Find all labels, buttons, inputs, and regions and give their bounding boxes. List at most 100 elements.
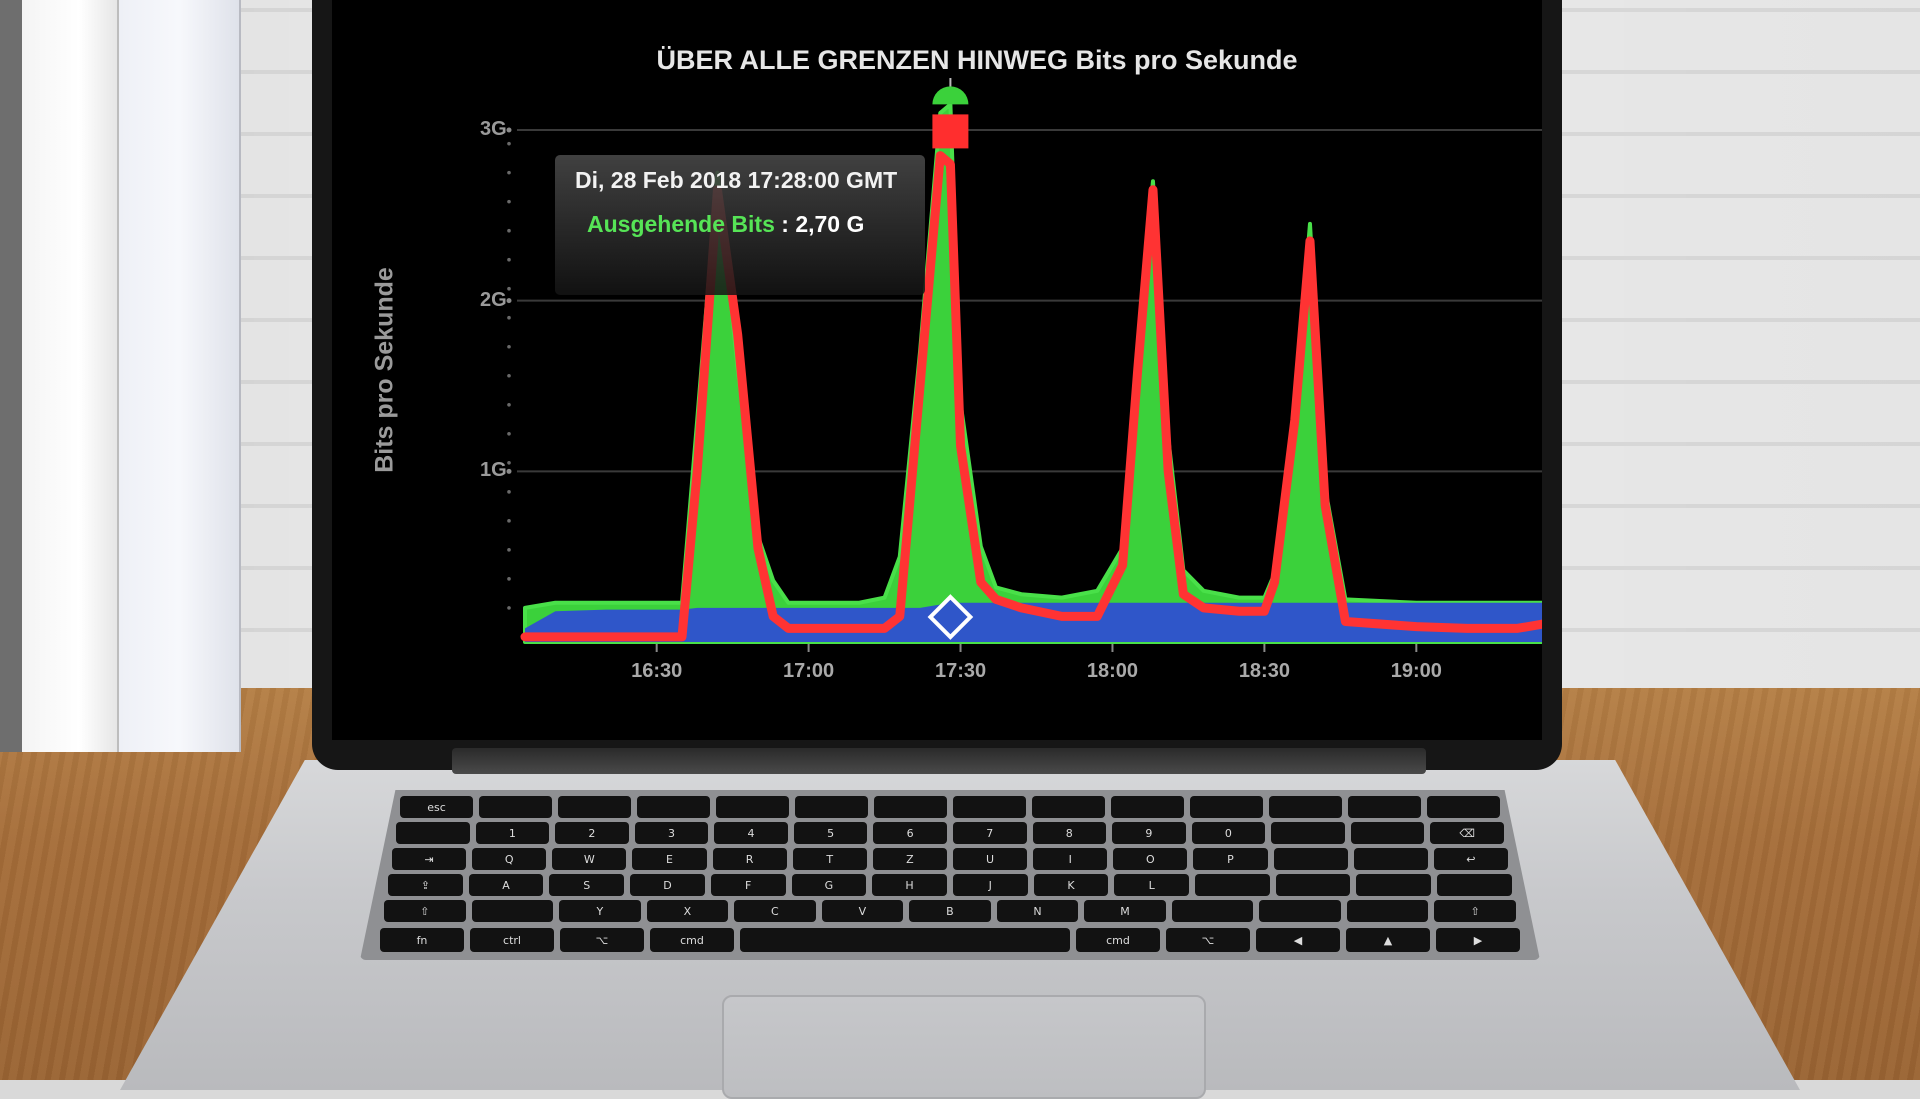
keyboard-key[interactable] xyxy=(716,796,789,818)
keyboard-key[interactable]: ↩ xyxy=(1433,848,1508,870)
keyboard-key[interactable]: A xyxy=(468,874,544,896)
keyboard-key[interactable]: P xyxy=(1193,848,1268,870)
keyboard-key[interactable]: G xyxy=(791,874,867,896)
keyboard-key[interactable]: D xyxy=(630,874,705,896)
keyboard-key[interactable]: 1 xyxy=(475,822,550,844)
trackpad[interactable] xyxy=(722,995,1206,1099)
keyboard-key[interactable]: W xyxy=(552,848,627,870)
keyboard-key[interactable]: Q xyxy=(472,848,547,870)
keyboard-key[interactable]: F xyxy=(710,874,786,896)
keyboard-key[interactable] xyxy=(479,796,552,818)
keyboard-key[interactable]: 7 xyxy=(952,822,1027,844)
keyboard-key[interactable] xyxy=(740,928,1070,952)
ytick-minor-dot xyxy=(507,315,511,320)
keyboard-key[interactable]: T xyxy=(792,848,867,870)
keyboard-key[interactable] xyxy=(1275,874,1351,896)
keyboard-key[interactable] xyxy=(1171,900,1254,922)
keyboard-key[interactable]: ⇧ xyxy=(1434,900,1516,922)
keyboard-key[interactable]: B xyxy=(909,900,991,922)
keyboard-key[interactable]: ▶ xyxy=(1436,928,1520,952)
keyboard-key[interactable]: cmd xyxy=(1076,928,1160,952)
keyboard-key[interactable]: S xyxy=(549,874,625,896)
keyboard-key[interactable]: E xyxy=(632,848,707,870)
keyboard-key[interactable] xyxy=(471,900,554,922)
keyboard-key[interactable]: 4 xyxy=(714,822,788,844)
chart-tooltip: Di, 28 Feb 2018 17:28:00 GMT Ausgehende … xyxy=(555,155,925,295)
keyboard-key[interactable]: ⌥ xyxy=(560,928,644,952)
ytick-dot-3G xyxy=(506,127,512,133)
ytick-minor-dot xyxy=(507,461,511,465)
keyboard-key[interactable] xyxy=(1269,796,1342,818)
keyboard-key[interactable]: esc xyxy=(400,796,473,818)
keyboard-key[interactable]: J xyxy=(952,874,1028,896)
keyboard-row: esc xyxy=(400,796,1500,818)
keyboard-key[interactable]: L xyxy=(1114,874,1190,896)
keyboard-key[interactable] xyxy=(1350,822,1425,844)
keyboard-key[interactable]: N xyxy=(996,900,1079,922)
keyboard-key[interactable]: X xyxy=(646,900,729,922)
xtick-label: 18:00 xyxy=(1086,660,1139,682)
keyboard-key[interactable]: R xyxy=(712,848,787,870)
ytick-minor-dot xyxy=(507,344,511,349)
xtick-label: 17:00 xyxy=(783,660,835,682)
ytick-minor-dot xyxy=(507,228,511,233)
keyboard-key[interactable]: V xyxy=(821,900,904,922)
keyboard-key[interactable]: ⇥ xyxy=(392,848,467,870)
keyboard-key[interactable] xyxy=(558,796,631,818)
keyboard-key[interactable]: ◀ xyxy=(1256,928,1340,952)
keyboard-key[interactable]: 6 xyxy=(873,822,947,844)
keyboard-key[interactable] xyxy=(1190,796,1263,818)
keyboard-key[interactable]: 8 xyxy=(1032,822,1107,844)
keyboard-key[interactable] xyxy=(1427,796,1500,818)
ytick-minor-dot xyxy=(507,199,511,204)
keyboard-key[interactable]: 9 xyxy=(1112,822,1186,844)
keyboard-key[interactable]: fn xyxy=(380,928,464,952)
keyboard-key[interactable] xyxy=(1271,822,1345,844)
keyboard-key[interactable]: 2 xyxy=(555,822,629,844)
tooltip-series-row: Ausgehende Bits : 2,70 G xyxy=(587,211,864,238)
keyboard: esc 1 2 3 4 5 6 7 8 9 0 ⌫ ⇥ Q W E R T Z U I O P ↩ ⇪ A S D F G H J K L ⇧ Y X C… xyxy=(372,796,1528,956)
ytick-minor-dot xyxy=(507,141,511,146)
keyboard-key[interactable]: ⇧ xyxy=(384,900,466,922)
keyboard-key[interactable] xyxy=(1346,900,1429,922)
keyboard-key[interactable] xyxy=(1273,848,1348,870)
keyboard-key[interactable]: ⌥ xyxy=(1166,928,1250,952)
keyboard-key[interactable]: 0 xyxy=(1191,822,1266,844)
keyboard-key[interactable]: U xyxy=(952,848,1028,870)
book-spine-dark xyxy=(0,0,22,752)
keyboard-key[interactable]: Z xyxy=(872,848,947,870)
keyboard-key[interactable]: Y xyxy=(559,900,641,922)
keyboard-key[interactable]: O xyxy=(1113,848,1188,870)
keyboard-key[interactable] xyxy=(396,822,470,844)
keyboard-key[interactable] xyxy=(795,796,868,818)
keyboard-key[interactable] xyxy=(1259,900,1341,922)
keyboard-key[interactable]: ▲ xyxy=(1346,928,1430,952)
keyboard-key[interactable] xyxy=(874,796,947,818)
keyboard-key[interactable] xyxy=(1437,874,1512,896)
ytick-minor-dot xyxy=(507,606,511,610)
keyboard-key[interactable] xyxy=(1032,796,1105,818)
keyboard-key[interactable]: K xyxy=(1033,874,1109,896)
keyboard-key[interactable]: M xyxy=(1084,900,1166,922)
keyboard-key[interactable]: cmd xyxy=(650,928,734,952)
keyboard-key[interactable] xyxy=(637,796,710,818)
keyboard-key[interactable]: H xyxy=(872,874,947,896)
keyboard-row: ⇧ Y X C V B N M ⇧ xyxy=(384,900,1516,922)
keyboard-row: fn ctrl ⌥ cmd cmd ⌥ ◀ ▲ ▶ xyxy=(380,928,1520,952)
keyboard-key[interactable] xyxy=(953,796,1026,818)
keyboard-key[interactable]: I xyxy=(1033,848,1108,870)
keyboard-key[interactable]: ⌫ xyxy=(1430,822,1504,844)
keyboard-key[interactable] xyxy=(1195,874,1270,896)
keyboard-key[interactable] xyxy=(1356,874,1432,896)
keyboard-key[interactable]: C xyxy=(734,900,816,922)
keyboard-key[interactable]: ctrl xyxy=(470,928,554,952)
keyboard-key[interactable]: 5 xyxy=(793,822,868,844)
keyboard-key[interactable]: ⇪ xyxy=(388,874,463,896)
keyboard-key[interactable] xyxy=(1111,796,1184,818)
keyboard-key[interactable] xyxy=(1353,848,1428,870)
ytick-label: 3G xyxy=(480,118,507,140)
keyboard-key[interactable] xyxy=(1348,796,1421,818)
keyboard-row: ⇪ A S D F G H J K L xyxy=(388,874,1512,896)
ytick-label: 2G xyxy=(480,288,507,311)
keyboard-key[interactable]: 3 xyxy=(634,822,709,844)
